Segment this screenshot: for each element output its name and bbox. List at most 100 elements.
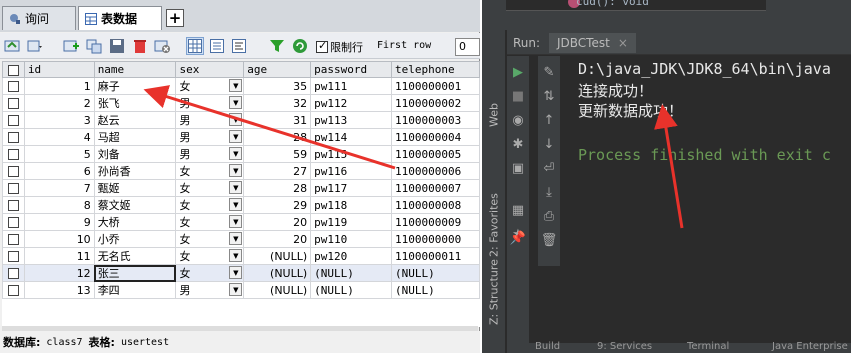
cell-name[interactable]: 大桥 <box>93 213 177 231</box>
row-checkbox[interactable] <box>7 268 19 279</box>
cell-name[interactable]: 蔡文姬 <box>93 196 177 214</box>
row-select-cell[interactable] <box>2 247 25 265</box>
dropdown-arrow-icon[interactable]: ▼ <box>229 164 243 177</box>
cell-name[interactable]: 麻子 <box>93 77 177 95</box>
duplicate-row-icon[interactable] <box>85 37 103 55</box>
stop-icon[interactable]: ■ <box>510 88 526 104</box>
cell-name[interactable]: 赵云 <box>93 111 177 129</box>
cell-telephone[interactable]: 1100000003 <box>391 111 480 129</box>
row-checkbox[interactable] <box>7 200 19 211</box>
cell-age[interactable]: 32 <box>243 94 312 112</box>
scroll-to-end-icon[interactable]: ⤓ <box>541 184 557 200</box>
row-checkbox[interactable] <box>7 149 19 160</box>
dropdown-arrow-icon[interactable]: ▼ <box>229 96 243 109</box>
delete-icon[interactable] <box>131 37 149 55</box>
bottom-tab-java-enterprise[interactable]: Java Enterprise <box>772 341 848 352</box>
cell-password[interactable]: pw113 <box>310 111 393 129</box>
limit-rows-check[interactable] <box>316 39 328 53</box>
header-select-all[interactable] <box>2 61 25 78</box>
dropdown-arrow-icon[interactable]: ▼ <box>229 249 243 262</box>
cell-password[interactable]: pw110 <box>310 230 393 248</box>
cell-id[interactable]: 12 <box>23 264 95 282</box>
limit-rows-checkbox[interactable]: 限制行 <box>316 39 363 55</box>
dropdown-arrow-icon[interactable]: ▼ <box>229 232 243 245</box>
cell-name[interactable]: 张飞 <box>93 94 177 112</box>
cell-sex[interactable]: 女 ▼ <box>175 196 245 214</box>
cell-password[interactable]: pw115 <box>310 145 393 163</box>
cell-name[interactable]: 刘备 <box>93 145 177 163</box>
restore-layout-icon[interactable]: ⇅ <box>541 88 557 104</box>
up-arrow-icon[interactable]: ↑ <box>541 112 557 128</box>
add-row-icon[interactable] <box>62 37 80 55</box>
cell-id[interactable]: 8 <box>23 196 95 214</box>
cell-sex[interactable]: 女 ▼ <box>175 213 245 231</box>
table-row[interactable]: 6 孙尚香女 ▼ 27 pw116 1100000006 <box>2 162 480 180</box>
column-header-age[interactable]: age <box>243 61 312 78</box>
dropdown-arrow-icon[interactable]: ▼ <box>229 198 243 211</box>
dropdown-arrow-icon[interactable]: ▼ <box>229 130 243 143</box>
cell-password[interactable]: pw118 <box>310 196 393 214</box>
cell-age[interactable]: 31 <box>243 111 312 129</box>
table-row[interactable]: 4 马超男 ▼ 28 pw114 1100000004 <box>2 128 480 146</box>
row-checkbox[interactable] <box>7 98 19 109</box>
cell-id[interactable]: 5 <box>23 145 95 163</box>
table-row[interactable]: 1 麻子女 ▼ 35 pw111 1100000001 <box>2 77 480 95</box>
table-row[interactable]: 13 李四男 ▼ (NULL) (NULL) (NULL) <box>2 281 480 299</box>
row-checkbox[interactable] <box>7 251 19 262</box>
cell-password[interactable]: (NULL) <box>310 264 393 282</box>
cell-telephone[interactable]: 1100000009 <box>391 213 480 231</box>
row-checkbox[interactable] <box>7 132 19 143</box>
cell-age[interactable]: 35 <box>243 77 312 95</box>
camera-icon[interactable]: ◉ <box>510 112 526 128</box>
row-select-cell[interactable] <box>2 213 25 231</box>
cell-age[interactable]: 28 <box>243 179 312 197</box>
first-row-input[interactable]: 0 <box>455 38 480 56</box>
row-checkbox[interactable] <box>7 234 19 245</box>
cell-sex[interactable]: 男 ▼ <box>175 128 245 146</box>
cell-name[interactable]: 孙尚香 <box>93 162 177 180</box>
row-checkbox[interactable] <box>7 183 19 194</box>
cell-sex[interactable]: 男 ▼ <box>175 145 245 163</box>
cell-telephone[interactable]: 1100000008 <box>391 196 480 214</box>
grid-layout-icon[interactable]: ▦ <box>510 202 526 218</box>
side-tab-structure[interactable]: Z: Structure <box>482 245 506 340</box>
cell-telephone[interactable]: 1100000007 <box>391 179 480 197</box>
dropdown-arrow-icon[interactable]: ▼ <box>229 181 243 194</box>
dropdown-arrow-icon[interactable]: ▼ <box>229 113 243 126</box>
cell-sex[interactable]: 女 ▼ <box>175 247 245 265</box>
select-all-checkbox[interactable] <box>7 64 19 76</box>
cell-age[interactable]: (NULL) <box>243 247 312 265</box>
cell-password[interactable]: pw116 <box>310 162 393 180</box>
column-header-name[interactable]: name <box>93 61 177 78</box>
cell-telephone[interactable]: 1100000001 <box>391 77 480 95</box>
edit-icon[interactable]: ✎ <box>541 64 557 80</box>
trash-icon[interactable]: 🗑 <box>541 232 558 248</box>
cell-sex[interactable]: 女 ▼ <box>175 179 245 197</box>
cell-id[interactable]: 3 <box>23 111 95 129</box>
cell-telephone[interactable]: (NULL) <box>391 281 480 299</box>
row-checkbox[interactable] <box>7 217 19 228</box>
table-row[interactable]: 2 张飞男 ▼ 32 pw112 1100000002 <box>2 94 480 112</box>
text-view-icon[interactable] <box>230 37 248 55</box>
cell-telephone[interactable]: 1100000000 <box>391 230 480 248</box>
row-select-cell[interactable] <box>2 94 25 112</box>
pin-icon[interactable]: 📌 <box>510 230 526 246</box>
cell-password[interactable]: (NULL) <box>310 281 393 299</box>
debug-icon[interactable]: ✱ <box>510 136 526 152</box>
cell-id[interactable]: 7 <box>23 179 95 197</box>
tab-query[interactable]: 询问 <box>2 6 76 30</box>
close-icon[interactable]: × <box>618 36 628 50</box>
row-select-cell[interactable] <box>2 230 25 248</box>
cell-telephone[interactable]: (NULL) <box>391 264 480 282</box>
row-select-cell[interactable] <box>2 196 25 214</box>
side-tab-web[interactable]: Web <box>482 90 506 140</box>
column-header-telephone[interactable]: telephone <box>391 61 480 78</box>
table-row[interactable]: 12 张三女 ▼ (NULL) (NULL) (NULL) <box>2 264 480 282</box>
cell-name[interactable]: 张三 <box>93 264 177 282</box>
cell-sex[interactable]: 女 ▼ <box>175 162 245 180</box>
bottom-tab-terminal[interactable]: Terminal <box>687 341 729 352</box>
bottom-tab-services[interactable]: 9: Services <box>597 341 652 352</box>
tab-table-data[interactable]: 表数据 <box>78 6 162 30</box>
cell-id[interactable]: 6 <box>23 162 95 180</box>
cell-age[interactable]: 29 <box>243 196 312 214</box>
